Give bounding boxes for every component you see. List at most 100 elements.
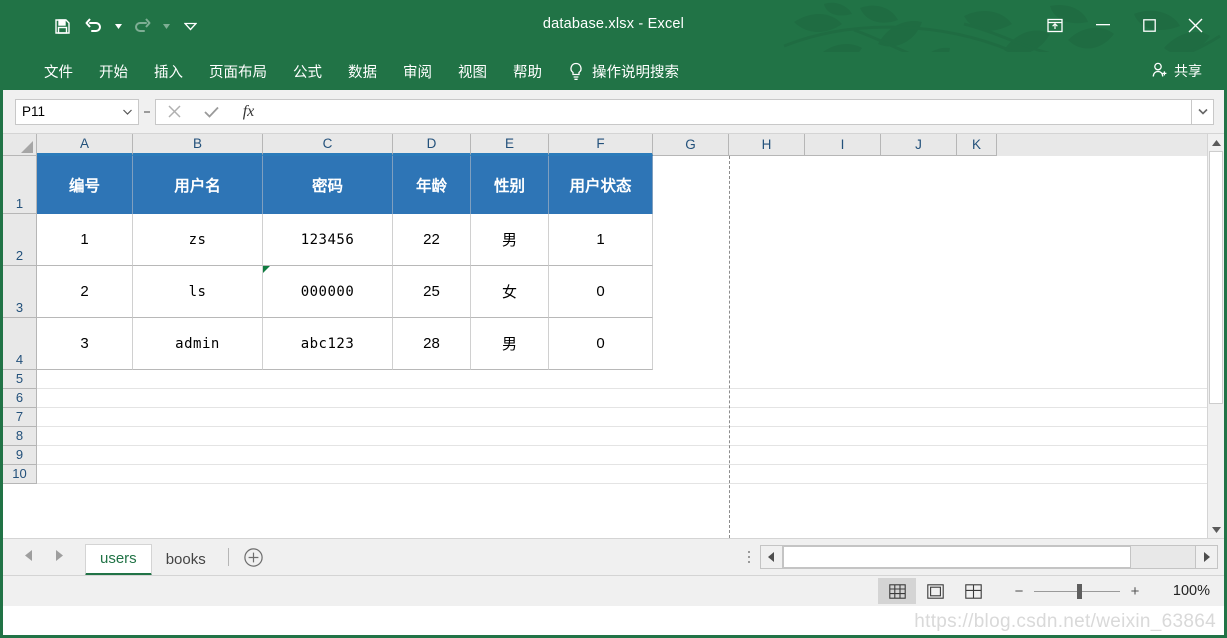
table-cell[interactable]: zs <box>133 214 263 266</box>
column-header-c[interactable]: C <box>263 134 393 156</box>
maximize-icon[interactable] <box>1126 8 1172 42</box>
table-header-cell[interactable]: 编号 <box>37 156 133 214</box>
row-header-9[interactable]: 9 <box>3 446 37 465</box>
horizontal-scroll-track[interactable] <box>783 545 1195 569</box>
empty-row[interactable] <box>37 465 1224 484</box>
page-layout-view-icon[interactable] <box>916 578 954 604</box>
previous-sheet-icon[interactable] <box>25 550 33 564</box>
add-sheet-button[interactable] <box>237 548 271 567</box>
select-all-corner[interactable] <box>3 134 37 156</box>
confirm-formula-icon[interactable] <box>193 100 230 124</box>
scrollbar-grip[interactable] <box>738 550 760 565</box>
tell-me-search[interactable]: 操作说明搜索 <box>569 61 679 82</box>
table-header-cell[interactable]: 用户名 <box>133 156 263 214</box>
row-header-3[interactable]: 3 <box>3 266 37 318</box>
table-header-cell[interactable]: 年龄 <box>393 156 471 214</box>
table-cell[interactable]: 0 <box>549 266 653 318</box>
table-cell[interactable]: ls <box>133 266 263 318</box>
row-header-7[interactable]: 7 <box>3 408 37 427</box>
table-row[interactable]: 3adminabc12328男0 <box>37 318 1224 370</box>
close-icon[interactable] <box>1172 8 1218 42</box>
ribbon-display-options-icon[interactable] <box>1030 8 1080 42</box>
table-header-cell[interactable]: 性别 <box>471 156 549 214</box>
table-cell[interactable]: 2 <box>37 266 133 318</box>
scroll-down-icon[interactable] <box>1208 521 1224 538</box>
expand-formula-bar-icon[interactable] <box>1192 99 1214 125</box>
table-header-cell[interactable]: 密码 <box>263 156 393 214</box>
table-cell[interactable]: 28 <box>393 318 471 370</box>
row-header-8[interactable]: 8 <box>3 427 37 446</box>
row-header-2[interactable]: 2 <box>3 214 37 266</box>
column-header-i[interactable]: I <box>805 134 881 156</box>
spreadsheet-grid[interactable]: ABCDEFGHIJK 12345678910 编号用户名密码年龄性别用户状态1… <box>3 134 1224 538</box>
row-header-1[interactable]: 1 <box>3 156 37 214</box>
ribbon-tab-page-layout[interactable]: 页面布局 <box>196 57 280 86</box>
column-header-j[interactable]: J <box>881 134 957 156</box>
row-header-6[interactable]: 6 <box>3 389 37 408</box>
scroll-up-icon[interactable] <box>1208 134 1224 151</box>
ribbon-tab-file[interactable]: 文件 <box>31 57 86 86</box>
name-box[interactable]: P11 <box>15 99 139 125</box>
table-cell[interactable]: 25 <box>393 266 471 318</box>
table-cell[interactable]: 000000 <box>263 266 393 318</box>
table-cell[interactable]: 男 <box>471 318 549 370</box>
column-header-h[interactable]: H <box>729 134 805 156</box>
table-cell[interactable]: 男 <box>471 214 549 266</box>
zoom-slider[interactable]: − + <box>1012 583 1142 600</box>
column-header-a[interactable]: A <box>37 134 133 156</box>
chevron-down-icon[interactable] <box>123 107 132 117</box>
table-cell[interactable]: 0 <box>549 318 653 370</box>
table-row[interactable]: 1zs12345622男1 <box>37 214 1224 266</box>
ribbon-tab-home[interactable]: 开始 <box>86 57 141 86</box>
scroll-left-icon[interactable] <box>760 545 783 569</box>
table-cell[interactable]: admin <box>133 318 263 370</box>
column-header-f[interactable]: F <box>549 134 653 156</box>
row-header-5[interactable]: 5 <box>3 370 37 389</box>
empty-row[interactable] <box>37 446 1224 465</box>
vertical-scroll-track[interactable] <box>1208 151 1224 521</box>
empty-row[interactable] <box>37 408 1224 427</box>
table-header-cell[interactable]: 用户状态 <box>549 156 653 214</box>
horizontal-scroll-thumb[interactable] <box>783 546 1131 568</box>
zoom-track[interactable] <box>1034 591 1120 592</box>
row-header-10[interactable]: 10 <box>3 465 37 484</box>
column-header-b[interactable]: B <box>133 134 263 156</box>
table-row[interactable]: 2ls00000025女0 <box>37 266 1224 318</box>
page-break-view-icon[interactable] <box>954 578 992 604</box>
ribbon-tab-review[interactable]: 审阅 <box>390 57 445 86</box>
table-cell[interactable]: 3 <box>37 318 133 370</box>
horizontal-scrollbar[interactable] <box>760 544 1218 570</box>
ribbon-tab-help[interactable]: 帮助 <box>500 57 555 86</box>
table-cell[interactable]: 1 <box>37 214 133 266</box>
share-button[interactable]: 共享 <box>1152 61 1202 81</box>
ribbon-tab-view[interactable]: 视图 <box>445 57 500 86</box>
empty-row[interactable] <box>37 370 1224 389</box>
zoom-level-label[interactable]: 100% <box>1173 583 1210 599</box>
sheet-tab-books[interactable]: books <box>152 544 220 576</box>
normal-view-icon[interactable] <box>878 578 916 604</box>
table-row[interactable]: 编号用户名密码年龄性别用户状态 <box>37 156 1224 214</box>
table-cell[interactable]: 123456 <box>263 214 393 266</box>
vertical-scroll-thumb[interactable] <box>1209 151 1223 404</box>
sheet-tab-users[interactable]: users <box>85 544 152 576</box>
insert-function-icon[interactable]: fx <box>230 100 267 124</box>
ribbon-tab-insert[interactable]: 插入 <box>141 57 196 86</box>
column-header-g[interactable]: G <box>653 134 729 156</box>
zoom-out-icon[interactable]: − <box>1012 583 1026 600</box>
ribbon-tab-formulas[interactable]: 公式 <box>280 57 335 86</box>
formula-input[interactable] <box>267 99 1192 125</box>
next-sheet-icon[interactable] <box>55 550 63 564</box>
scroll-right-icon[interactable] <box>1195 545 1218 569</box>
row-header-4[interactable]: 4 <box>3 318 37 370</box>
empty-row[interactable] <box>37 389 1224 408</box>
table-cell[interactable]: 1 <box>549 214 653 266</box>
cell-area[interactable]: 编号用户名密码年龄性别用户状态1zs12345622男12ls00000025女… <box>37 156 1224 538</box>
table-cell[interactable]: abc123 <box>263 318 393 370</box>
zoom-in-icon[interactable]: + <box>1128 583 1142 600</box>
column-header-k[interactable]: K <box>957 134 997 156</box>
ribbon-tab-data[interactable]: 数据 <box>335 57 390 86</box>
cancel-formula-icon[interactable] <box>156 100 193 124</box>
empty-row[interactable] <box>37 427 1224 446</box>
column-header-e[interactable]: E <box>471 134 549 156</box>
vertical-scrollbar[interactable] <box>1207 134 1224 538</box>
